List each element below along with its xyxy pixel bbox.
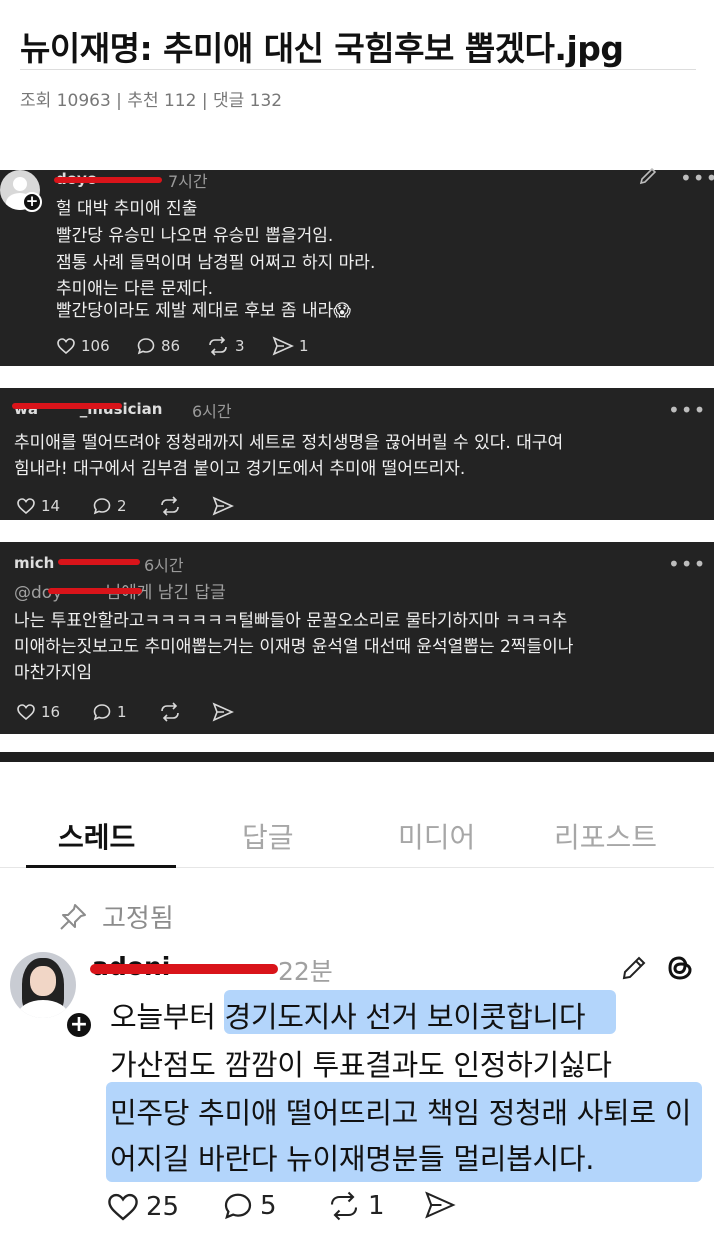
tab-threads[interactable]: 스레드: [58, 816, 135, 856]
comment-time: 6시간: [144, 556, 184, 575]
redaction-mark: [58, 559, 140, 565]
redaction-mark: [54, 177, 162, 183]
post-line: 어지길 바란다 뉴이재명분들 멀리봅시다.: [110, 1142, 595, 1176]
comment-line: 힘내라! 대구에서 김부겸 붙이고 경기도에서 추미애 떨어뜨리자.: [14, 459, 466, 479]
comment-time: 6시간: [192, 402, 232, 421]
post-line: 가산점도 깜깜이 투표결과도 인정하기싫다: [110, 1048, 612, 1082]
repost-icon: [161, 496, 179, 516]
reply-count: 1: [117, 703, 127, 721]
comment-line: 빨간당 유승민 나오면 유승민 뽑을거임.: [56, 226, 334, 246]
pin-icon: [60, 903, 86, 930]
post-time: 22분: [278, 957, 333, 986]
like-count: 16: [41, 703, 61, 721]
reply-button[interactable]: 1: [92, 702, 127, 722]
post-header: 뉴이재명: 추미애 대신 국힘후보 뽑겠다.jpg 조회 10963 | 추천 …: [20, 0, 696, 111]
send-icon: [272, 336, 294, 356]
redaction-mark: [48, 588, 142, 594]
heart-icon: [57, 338, 75, 355]
active-tab-indicator: [26, 865, 176, 868]
share-count: 1: [299, 337, 309, 355]
comment-username[interactable]: mich: [14, 554, 54, 572]
repost-icon: [330, 1191, 358, 1221]
follow-plus-icon[interactable]: +: [64, 1010, 94, 1040]
like-count: 25: [146, 1192, 180, 1222]
comment-line: 빨간당이라도 제발 제대로 후보 좀 내라😱: [56, 301, 351, 321]
comment-time: 7시간: [168, 172, 208, 191]
comment-icon: [93, 704, 111, 721]
edit-icon[interactable]: [620, 954, 648, 986]
pinned-label: 고정됨: [102, 904, 174, 934]
repost-count: 3: [235, 337, 245, 355]
like-button[interactable]: 16: [16, 702, 60, 722]
repost-button[interactable]: [158, 496, 187, 516]
post-meta: 조회 10963 | 추천 112 | 댓글 132: [20, 91, 283, 111]
heart-icon: [17, 704, 35, 721]
redaction-mark: [12, 403, 122, 409]
repost-button[interactable]: 1: [326, 1190, 385, 1222]
edit-icon[interactable]: [638, 166, 658, 191]
send-icon: [212, 496, 234, 516]
heart-icon: [17, 498, 35, 515]
reply-button[interactable]: 86: [136, 336, 180, 356]
profile-tabs: 스레드 답글 미디어 리포스트: [0, 810, 714, 868]
comment-icon: [137, 338, 155, 355]
more-options-icon[interactable]: •••: [668, 398, 706, 422]
comment-line: 미애하는짓보고도 추미애뽑는거는 이재명 윤석열 대선때 윤석열뽑는 2찍들이나: [14, 637, 574, 657]
repost-button[interactable]: [158, 702, 187, 722]
comment-card-1: + doyo 7시간 ••• 헐 대박 추미애 진출 빨간당 유승민 나오면 유…: [0, 166, 714, 366]
share-button[interactable]: 1: [272, 336, 309, 356]
avatar[interactable]: +: [0, 170, 42, 212]
reply-count: 86: [161, 337, 181, 355]
comment-line: 마찬가지임: [14, 663, 93, 683]
more-options-icon[interactable]: •••: [668, 552, 706, 576]
share-button[interactable]: [212, 496, 239, 516]
like-count: 106: [81, 337, 110, 355]
post-title: 뉴이재명: 추미애 대신 국힘후보 뽑겠다.jpg: [20, 0, 696, 70]
like-button[interactable]: 106: [56, 336, 110, 356]
comment-icon: [224, 1193, 252, 1220]
comment-line: 헐 대박 추미애 진출: [56, 199, 198, 219]
follow-plus-icon[interactable]: +: [22, 192, 42, 212]
repost-icon: [161, 702, 179, 722]
repost-icon: [209, 336, 227, 356]
share-button[interactable]: [212, 702, 239, 722]
repost-count: 1: [368, 1191, 385, 1221]
send-icon: [212, 702, 234, 722]
comment-line: 잼통 사례 들먹이며 남경필 어쩌고 하지 마라.: [56, 253, 376, 273]
pinned-indicator: 고정됨: [58, 898, 174, 935]
tab-replies[interactable]: 답글: [242, 816, 294, 856]
tab-media[interactable]: 미디어: [398, 816, 475, 856]
post-line: 민주당 추미애 떨어뜨리고 책임 정청래 사퇴로 이: [110, 1096, 692, 1130]
comment-line: 나는 투표안할라고ㅋㅋㅋㅋㅋㅋ털빠들아 문꿀오소리로 물타기하지마 ㅋㅋㅋ추: [14, 611, 568, 631]
reply-count: 5: [260, 1191, 277, 1221]
comment-card-2: wa _musician 6시간 ••• 추미애를 떨어뜨려야 정청래까지 세트…: [0, 388, 714, 520]
comment-card-3: mich 6시간 ••• @doy 님에게 남긴 답글 나는 투표안할라고ㅋㅋㅋ…: [0, 542, 714, 734]
like-count: 14: [41, 497, 61, 515]
reply-button[interactable]: 5: [222, 1190, 277, 1222]
like-button[interactable]: 14: [16, 496, 60, 516]
share-button[interactable]: [424, 1190, 462, 1220]
more-options-icon[interactable]: •••: [680, 166, 714, 190]
heart-icon: [108, 1193, 138, 1221]
redaction-mark: [90, 964, 278, 974]
threads-logo-icon[interactable]: [664, 952, 696, 988]
send-icon: [425, 1191, 456, 1219]
repost-button[interactable]: 3: [206, 336, 245, 356]
threads-profile-screenshot: 스레드 답글 미디어 리포스트 고정됨 + adoni 22분 오늘부터 경기도…: [0, 752, 714, 1242]
tab-reposts[interactable]: 리포스트: [554, 816, 657, 856]
reply-button[interactable]: 2: [92, 496, 127, 516]
like-button[interactable]: 25: [106, 1190, 179, 1224]
post-line: 오늘부터 경기도지사 선거 보이콧합니다: [110, 1000, 586, 1034]
comment-line: 추미애를 떨어뜨려야 정청래까지 세트로 정치생명을 끊어버릴 수 있다. 대구…: [14, 433, 564, 453]
reply-count: 2: [117, 497, 127, 515]
comment-icon: [93, 498, 111, 515]
avatar[interactable]: [10, 952, 76, 1018]
